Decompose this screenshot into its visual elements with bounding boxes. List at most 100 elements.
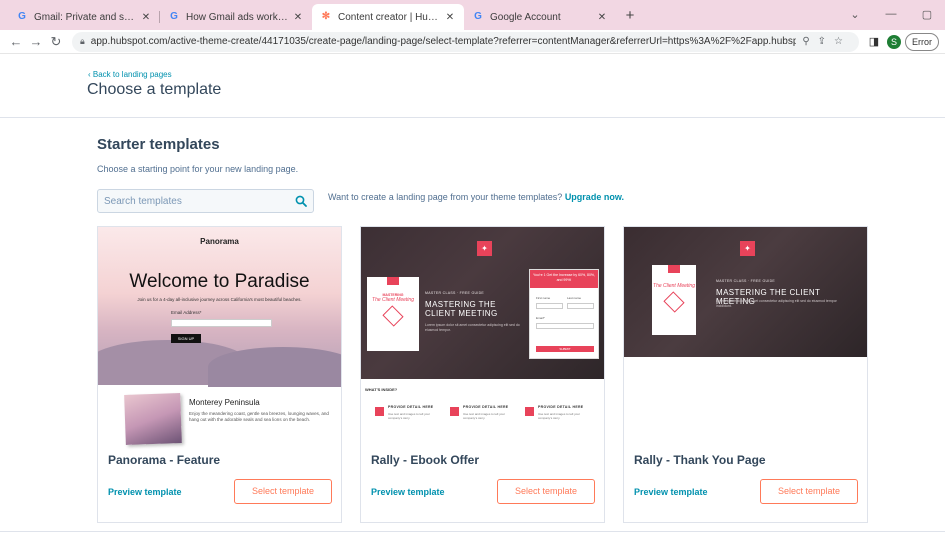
template-thumbnail[interactable]: ✦ The Client Meeting MASTER CLASS · FREE… — [624, 227, 867, 455]
browser-tab-gmail[interactable]: G Gmail: Private and secure email ✕ — [8, 4, 160, 30]
google-icon: G — [474, 11, 482, 22]
detail-text: Use text and images to tell your company… — [538, 412, 581, 420]
thumb-brand: Panorama — [200, 237, 239, 246]
thumb-subline: Join us for a 4-day all-inclusive journe… — [137, 297, 302, 302]
detail-text: Use text and images to tell your company… — [463, 412, 506, 420]
mountain-shape — [208, 347, 341, 387]
feature-photo — [124, 393, 182, 445]
omnibox-icons: ⚲⇪☆ — [802, 36, 851, 47]
tab-title: How Gmail ads work - Gmail Help — [186, 11, 288, 23]
upgrade-now-link[interactable]: Upgrade now. — [565, 192, 624, 202]
close-icon[interactable]: ✕ — [292, 12, 304, 23]
form-label-last: Last name — [567, 296, 582, 300]
ebook-tab — [387, 277, 399, 285]
thumb-feature-text: Enjoy the meandering coast, gentle sea b… — [189, 411, 329, 422]
handshake-icon — [663, 291, 685, 313]
back-arrow-icon[interactable]: ← — [6, 34, 26, 49]
address-bar: ← → ↻ 🔒︎ app.hubspot.com/active-theme-cr… — [0, 30, 945, 54]
header-divider — [0, 117, 945, 118]
form-input — [536, 303, 563, 309]
new-tab-button[interactable]: + — [620, 4, 640, 30]
preview-template-link[interactable]: Preview template — [634, 487, 708, 497]
template-name: Panorama - Feature — [108, 453, 221, 467]
ebook-cover: The Client Meeting — [652, 265, 696, 335]
minimize-icon[interactable]: — — [873, 8, 909, 20]
template-card-rally-ebook: ✦ MASTERING The Client Meeting MASTER CL… — [360, 226, 605, 523]
thumb-email-label: Email Address* — [171, 310, 202, 315]
upgrade-text: Want to create a landing page from your … — [328, 192, 563, 202]
thumb-headline: Welcome to Paradise — [129, 271, 310, 292]
tab-title: Content creator | HubSpot — [338, 11, 440, 23]
close-icon[interactable]: ✕ — [444, 12, 456, 23]
detail-heading: PROVIDE DETAIL HERE — [463, 405, 509, 409]
thumb-form: You're 1 Get the Increase by 60%, 80%, a… — [529, 269, 599, 359]
tab-title: Gmail: Private and secure email — [34, 11, 136, 23]
browser-tab-hubspot[interactable]: ✻ Content creator | HubSpot ✕ — [312, 4, 464, 30]
star-icon[interactable]: ☆ — [834, 36, 851, 47]
close-icon[interactable]: ✕ — [140, 12, 152, 23]
rally-logo-icon: ✦ — [740, 241, 755, 256]
url-field[interactable]: 🔒︎ app.hubspot.com/active-theme-create/4… — [72, 31, 859, 52]
section-subtitle: Choose a starting point for your new lan… — [97, 164, 299, 174]
zoom-icon[interactable]: ⚲ — [802, 36, 817, 47]
window-controls: ⌄ — ▢ — [837, 0, 945, 28]
form-input — [567, 303, 594, 309]
back-to-landing-pages-link[interactable]: ‹ Back to landing pages — [88, 70, 172, 79]
template-thumbnail[interactable]: ✦ MASTERING The Client Meeting MASTER CL… — [361, 227, 604, 455]
maximize-icon[interactable]: ▢ — [909, 8, 945, 21]
sidebar-icon[interactable]: ◨ — [865, 35, 883, 48]
upgrade-note: Want to create a landing page from your … — [328, 192, 624, 202]
thumb-kicker: MASTER CLASS · FREE GUIDE — [716, 279, 776, 283]
google-icon: G — [18, 11, 26, 22]
select-template-button[interactable]: Select template — [497, 479, 595, 504]
thumb-title: MASTERING THE CLIENT MEETING — [425, 300, 498, 318]
preview-template-link[interactable]: Preview template — [108, 487, 182, 497]
form-heading: You're 1 Get the Increase by 60%, 80%, a… — [530, 270, 598, 288]
select-template-button[interactable]: Select template — [760, 479, 858, 504]
search-input[interactable] — [104, 195, 295, 207]
template-name: Rally - Ebook Offer — [371, 453, 480, 467]
detail-heading: PROVIDE DETAIL HERE — [388, 405, 434, 409]
thumb-email-input — [171, 319, 272, 327]
page-title: Choose a template — [87, 81, 222, 98]
section-title: Starter templates — [97, 136, 220, 153]
check-icon — [450, 407, 459, 416]
avatar[interactable]: S — [887, 34, 901, 49]
template-card-rally-thank-you: ✦ The Client Meeting MASTER CLASS · FREE… — [623, 226, 868, 523]
tab-title: Google Account — [490, 11, 561, 23]
browser-tab-strip: G Gmail: Private and secure email ✕ G Ho… — [0, 0, 945, 30]
close-icon[interactable]: ✕ — [596, 12, 608, 23]
thumb-inside-heading: WHAT'S INSIDE? — [365, 387, 398, 392]
form-input — [536, 323, 594, 329]
google-icon: G — [170, 11, 178, 22]
preview-template-link[interactable]: Preview template — [371, 487, 445, 497]
detail-text: Use text and images to tell your company… — [388, 412, 431, 420]
ebook-cover: MASTERING The Client Meeting — [367, 277, 419, 351]
form-label-first: First name — [536, 296, 551, 300]
ebook-title: The Client Meeting — [372, 297, 414, 303]
detail-heading: PROVIDE DETAIL HERE — [538, 405, 584, 409]
ebook-tab — [668, 265, 680, 273]
thumb-body: Lorem ipsum dolor sit amet consectetur a… — [716, 299, 837, 308]
thumb-body: Lorem ipsum dolor sit amet consectetur a… — [425, 323, 520, 332]
thumb-kicker: MASTER CLASS · FREE GUIDE — [425, 291, 485, 295]
browser-tab-google-account[interactable]: G Google Account ✕ — [464, 4, 616, 30]
template-thumbnail[interactable]: Panorama Welcome to Paradise Join us for… — [98, 227, 341, 455]
browser-tab-gmail-ads[interactable]: G How Gmail ads work - Gmail Help ✕ — [160, 4, 312, 30]
share-icon[interactable]: ⇪ — [818, 36, 834, 47]
chevron-down-icon[interactable]: ⌄ — [837, 8, 873, 21]
reload-icon[interactable]: ↻ — [46, 34, 66, 50]
search-icon[interactable] — [295, 195, 307, 207]
footer-divider — [0, 531, 945, 532]
forward-arrow-icon[interactable]: → — [26, 34, 46, 49]
thumb-signup-button: SIGN UP — [171, 334, 201, 343]
error-button[interactable]: Error — [905, 32, 939, 51]
check-icon — [525, 407, 534, 416]
select-template-button[interactable]: Select template — [234, 479, 332, 504]
template-card-panorama: Panorama Welcome to Paradise Join us for… — [97, 226, 342, 523]
ebook-title: The Client Meeting — [653, 283, 695, 289]
template-name: Rally - Thank You Page — [634, 453, 766, 467]
check-icon — [375, 407, 384, 416]
thumb-feature-title: Monterey Peninsula — [189, 398, 260, 407]
url-text: app.hubspot.com/active-theme-create/4417… — [90, 36, 797, 47]
